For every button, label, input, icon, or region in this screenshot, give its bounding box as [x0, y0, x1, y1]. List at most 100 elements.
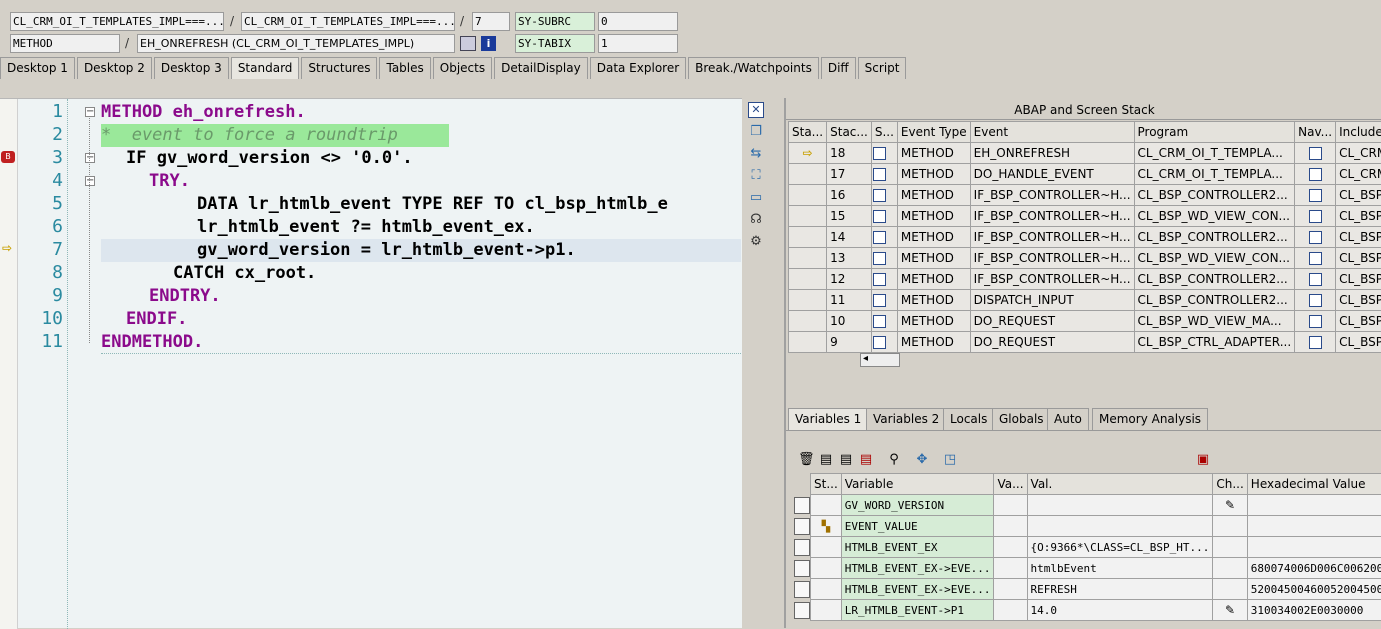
nav-cell[interactable]: [1295, 164, 1336, 185]
variable-row[interactable]: GV_WORD_VERSION✎: [794, 495, 1381, 516]
list-save-icon[interactable]: ▤: [838, 452, 854, 468]
variable-row[interactable]: HTMLB_EVENT_EX->EVE...htmlbEvent68007400…: [794, 558, 1381, 579]
tab-structures[interactable]: Structures: [301, 57, 377, 79]
variable-name[interactable]: HTMLB_EVENT_EX->EVE...: [841, 558, 994, 579]
maximize-icon[interactable]: ▭: [748, 190, 764, 206]
row-select-button[interactable]: [794, 602, 810, 619]
type-field[interactable]: METHOD: [10, 34, 120, 53]
tab-locals[interactable]: Locals: [943, 408, 994, 430]
nav-cell[interactable]: [1295, 248, 1336, 269]
tab-diff[interactable]: Diff: [821, 57, 856, 79]
stack-row[interactable]: 17METHODDO_HANDLE_EVENTCL_CRM_OI_T_TEMPL…: [789, 164, 1381, 185]
fold-toggle[interactable]: −: [85, 176, 95, 186]
variable-value[interactable]: [1027, 495, 1213, 516]
stack-row[interactable]: 14METHODIF_BSP_CONTROLLER~H...CL_BSP_CON…: [789, 227, 1381, 248]
tab-data-explorer[interactable]: Data Explorer: [590, 57, 686, 79]
stack-row[interactable]: 13METHODIF_BSP_CONTROLLER~H...CL_BSP_WD_…: [789, 248, 1381, 269]
code-line[interactable]: IF gv_word_version <> '0.0'.: [126, 147, 413, 170]
stack-row[interactable]: 12METHODIF_BSP_CONTROLLER~H...CL_BSP_CON…: [789, 269, 1381, 290]
code-line[interactable]: * event to force a roundtrip: [101, 124, 398, 147]
row-select[interactable]: [871, 164, 897, 185]
col-header[interactable]: Va...: [994, 474, 1027, 495]
variable-name[interactable]: LR_HTMLB_EVENT->P1: [841, 600, 994, 621]
hierarchy-icon[interactable]: ⚲: [886, 452, 902, 468]
nav-cell[interactable]: [1295, 269, 1336, 290]
col-header[interactable]: Program: [1134, 122, 1295, 143]
row-select-button[interactable]: [794, 518, 810, 535]
stack-row[interactable]: 10METHODDO_REQUESTCL_BSP_WD_VIEW_MA...CL…: [789, 311, 1381, 332]
services-icon[interactable]: ☊: [748, 212, 764, 228]
stack-row[interactable]: 11METHODDISPATCH_INPUTCL_BSP_CONTROLLER2…: [789, 290, 1381, 311]
code-line[interactable]: TRY.: [149, 170, 190, 193]
row-select[interactable]: [871, 311, 897, 332]
variable-value[interactable]: htmlbEvent: [1027, 558, 1213, 579]
program-field-1[interactable]: CL_CRM_OI_T_TEMPLATES_IMPL===...: [10, 12, 224, 31]
tab-tables[interactable]: Tables: [379, 57, 430, 79]
change-cell[interactable]: [1213, 537, 1247, 558]
breakpoint-icon[interactable]: B: [1, 151, 15, 163]
row-select[interactable]: [871, 332, 897, 353]
row-select[interactable]: [871, 143, 897, 164]
tab-globals[interactable]: Globals: [992, 408, 1051, 430]
tab-objects[interactable]: Objects: [433, 57, 492, 79]
code-line[interactable]: DATA lr_htmlb_event TYPE REF TO cl_bsp_h…: [197, 193, 668, 216]
row-select[interactable]: [871, 227, 897, 248]
change-cell[interactable]: [1213, 579, 1247, 600]
navigate-icon[interactable]: ✥: [914, 452, 930, 468]
col-header[interactable]: Event Type: [897, 122, 970, 143]
col-header[interactable]: Ch...: [1213, 474, 1247, 495]
variable-row[interactable]: LR_HTMLB_EVENT->P114.0✎310034002E0030000: [794, 600, 1381, 621]
info-icon[interactable]: i: [481, 36, 496, 51]
row-select[interactable]: [871, 248, 897, 269]
navigate-icon[interactable]: [1309, 189, 1322, 202]
tab-desktop-3[interactable]: Desktop 3: [154, 57, 229, 79]
list-icon[interactable]: ▤: [818, 452, 834, 468]
display-source-icon[interactable]: [460, 36, 476, 51]
col-header[interactable]: Sta...: [789, 122, 827, 143]
stack-row[interactable]: 16METHODIF_BSP_CONTROLLER~H...CL_BSP_CON…: [789, 185, 1381, 206]
program-field-2[interactable]: CL_CRM_OI_T_TEMPLATES_IMPL===...: [241, 12, 455, 31]
tab-script[interactable]: Script: [858, 57, 907, 79]
row-selector[interactable]: [794, 600, 811, 621]
variable-name[interactable]: HTMLB_EVENT_EX: [841, 537, 994, 558]
navigate-icon[interactable]: [1309, 147, 1322, 160]
tab-breakpoints[interactable]: Break./Watchpoints: [688, 57, 819, 79]
change-cell[interactable]: [1213, 558, 1247, 579]
code-line[interactable]: ENDMETHOD.: [101, 331, 203, 354]
code-line[interactable]: gv_word_version = lr_htmlb_event->p1.: [197, 239, 576, 262]
variable-name[interactable]: HTMLB_EVENT_EX->EVE...: [841, 579, 994, 600]
row-select[interactable]: [871, 290, 897, 311]
col-header[interactable]: Include: [1336, 122, 1381, 143]
row-select-button[interactable]: [794, 497, 810, 514]
row-selector[interactable]: [794, 537, 811, 558]
delete-icon[interactable]: 🗑: [798, 452, 814, 468]
row-select-button[interactable]: [794, 539, 810, 556]
stack-row[interactable]: 9METHODDO_REQUESTCL_BSP_CTRL_ADAPTER...C…: [789, 332, 1381, 353]
change-cell[interactable]: ✎: [1213, 600, 1247, 621]
scroll-left-icon[interactable]: ◂: [863, 353, 868, 364]
navigate-icon[interactable]: [1309, 294, 1322, 307]
row-select-button[interactable]: [794, 560, 810, 577]
tab-standard[interactable]: Standard: [231, 57, 300, 79]
settings-icon[interactable]: ⚙: [748, 234, 764, 250]
tab-memory-analysis[interactable]: Memory Analysis: [1092, 408, 1208, 430]
nav-cell[interactable]: [1295, 143, 1336, 164]
nav-cell[interactable]: [1295, 206, 1336, 227]
col-header[interactable]: Variable: [841, 474, 994, 495]
col-header[interactable]: Stac...: [827, 122, 872, 143]
tab-desktop-1[interactable]: Desktop 1: [0, 57, 75, 79]
navigate-icon[interactable]: [1309, 273, 1322, 286]
sy-tabix-value[interactable]: 1: [598, 34, 678, 53]
row-select-button[interactable]: [794, 581, 810, 598]
close-icon[interactable]: ✕: [748, 102, 764, 118]
variable-row[interactable]: ▚EVENT_VALUE: [794, 516, 1381, 537]
tab-variables-2[interactable]: Variables 2: [866, 408, 946, 430]
navigate-icon[interactable]: [1309, 315, 1322, 328]
stack-scrollbar[interactable]: ◂: [860, 353, 900, 367]
variable-value[interactable]: {O:9366*\CLASS=CL_BSP_HT...: [1027, 537, 1213, 558]
variable-value[interactable]: [1027, 516, 1213, 537]
line-field[interactable]: 7: [472, 12, 510, 31]
col-header[interactable]: Nav...: [1295, 122, 1336, 143]
variable-value[interactable]: 14.0: [1027, 600, 1213, 621]
pencil-icon[interactable]: ✎: [1225, 603, 1235, 617]
